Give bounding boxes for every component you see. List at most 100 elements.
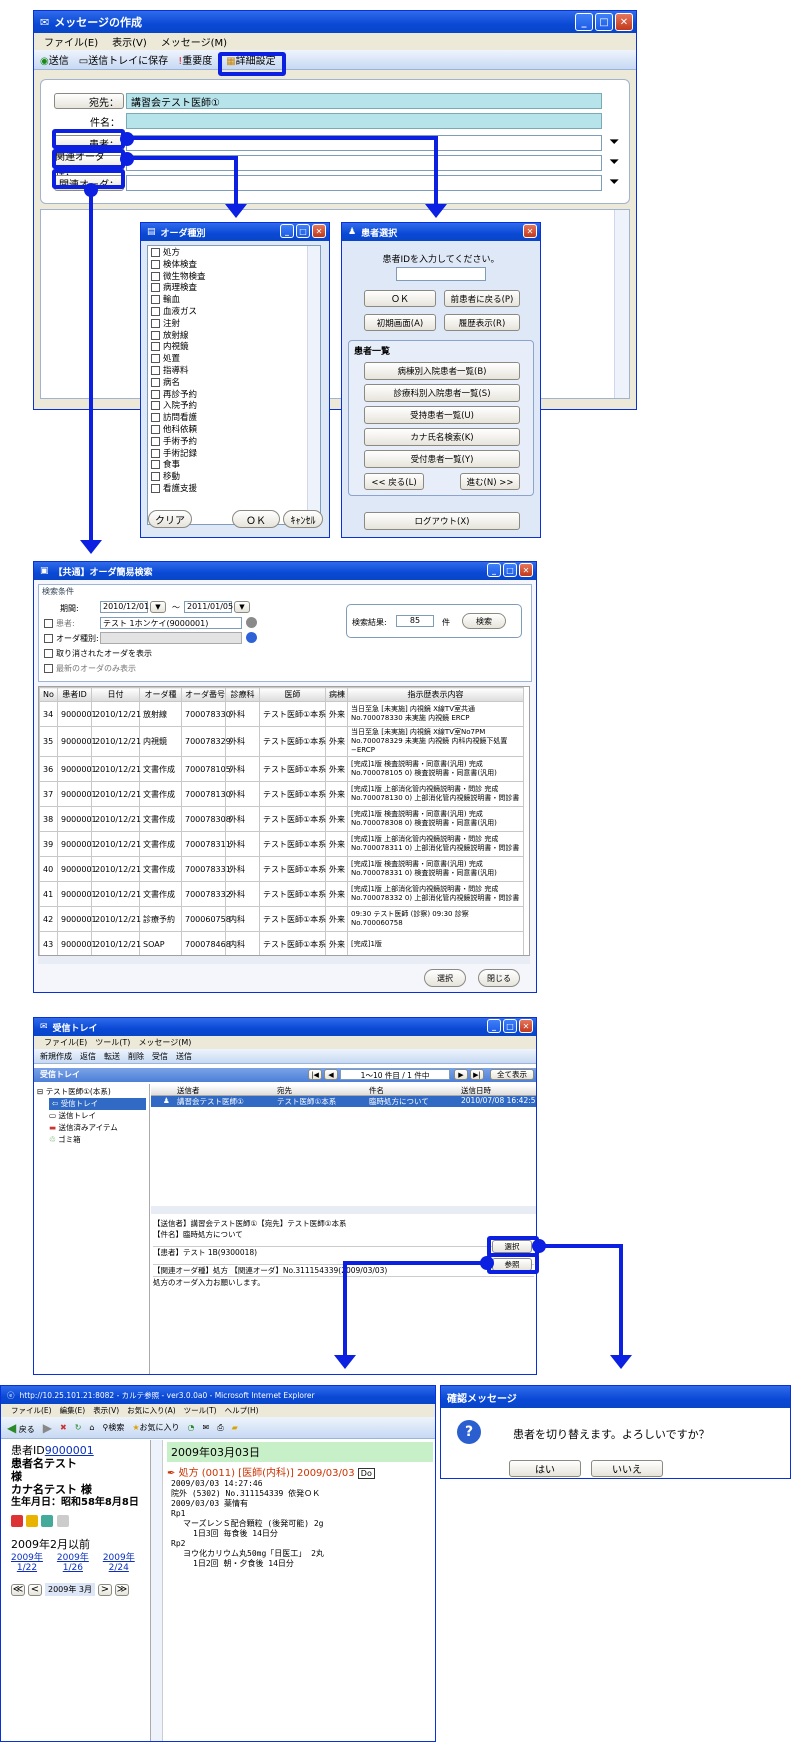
search-button[interactable]: 検索 bbox=[462, 613, 506, 629]
order-search-titlebar[interactable]: ▣ 【共通】オーダ簡易検索 _ □ ✕ bbox=[34, 562, 536, 580]
order-type-item[interactable]: 輸血 bbox=[151, 295, 317, 307]
patient-id-input[interactable] bbox=[396, 267, 486, 281]
checkbox[interactable] bbox=[151, 413, 160, 423]
order-type-item[interactable]: 微生物検査 bbox=[151, 271, 317, 284]
from-date-dropdown[interactable]: ▼ bbox=[150, 601, 166, 613]
col-to[interactable]: 宛先 bbox=[277, 1085, 292, 1096]
checkbox[interactable] bbox=[151, 424, 160, 434]
order-type-item[interactable]: 手術予約 bbox=[151, 436, 317, 449]
patient-field[interactable]: テスト 1ホンケイ(9000001) bbox=[100, 617, 242, 629]
table-row[interactable]: 36 9000001 2010/12/21 文書作成 700078105 外科 テスト医師①… bbox=[39, 756, 524, 782]
minimize-button[interactable]: _ bbox=[280, 224, 294, 238]
logout-button[interactable]: ログアウト(X) bbox=[364, 512, 520, 530]
menu-file[interactable]: ファイル(E) bbox=[44, 1037, 87, 1048]
to-date-dropdown[interactable]: ▼ bbox=[234, 601, 250, 613]
menu-favorites[interactable]: お気に入り(A) bbox=[127, 1405, 175, 1416]
minimize-button[interactable]: _ bbox=[575, 13, 593, 31]
date-link[interactable]: 2009年 bbox=[103, 1553, 135, 1563]
checkbox[interactable] bbox=[151, 354, 160, 364]
confirm-titlebar[interactable]: 確認メッセージ bbox=[441, 1386, 790, 1408]
checkbox[interactable] bbox=[151, 472, 160, 482]
date-link[interactable]: 2009年 bbox=[11, 1553, 43, 1563]
checkbox[interactable] bbox=[151, 318, 160, 328]
maximize-button[interactable]: □ bbox=[595, 13, 613, 31]
date-link[interactable]: 2/24 bbox=[103, 1563, 135, 1573]
order-type-list[interactable]: 処方 検体検査 微生物検査 病理検査 輸血 血液ガス 注射 放射線 内視鏡 処置 指導料 病名 再診予約… bbox=[147, 245, 321, 525]
compose-titlebar[interactable]: ✉ メッセージの作成 _ □ ✕ bbox=[34, 11, 636, 33]
receive-button[interactable]: 受信 bbox=[152, 1051, 168, 1062]
initial-screen-button[interactable]: 初期画面(A) bbox=[364, 314, 436, 331]
order-type-item[interactable]: 処置 bbox=[151, 354, 317, 366]
maximize-button[interactable]: □ bbox=[296, 224, 310, 238]
side-scrollbar[interactable] bbox=[151, 1440, 163, 1741]
tree-inbox[interactable]: ⇦ 受信トレイ bbox=[49, 1098, 146, 1110]
col-date[interactable]: 送信日時 bbox=[461, 1085, 491, 1096]
maximize-button[interactable]: □ bbox=[503, 1019, 517, 1033]
checkbox[interactable] bbox=[151, 306, 160, 316]
ward-patient-list-button[interactable]: 病棟別入院患者一覧(B) bbox=[364, 362, 520, 380]
menu-file[interactable]: ファイル(E) bbox=[11, 1405, 52, 1416]
column-header[interactable]: 指示歴表示内容 bbox=[347, 687, 524, 702]
cancel-button[interactable]: ｷｬﾝｾﾙ bbox=[283, 510, 323, 528]
refresh-icon[interactable]: ↻ bbox=[75, 1423, 82, 1432]
menu-tools[interactable]: ツール(T) bbox=[95, 1037, 130, 1048]
column-header[interactable]: 医師 bbox=[259, 687, 326, 702]
to-date-field[interactable]: 2011/01/05 bbox=[184, 601, 233, 613]
close-button[interactable]: ✕ bbox=[615, 13, 633, 31]
last-page-button[interactable]: ▶| bbox=[470, 1069, 484, 1080]
table-row[interactable]: 39 9000001 2010/12/21 文書作成 700078311 外科 テスト医師①… bbox=[39, 831, 524, 857]
prev-year-button[interactable]: ≪ bbox=[11, 1583, 25, 1596]
rx-title[interactable]: 処方 (0011) [医師(内科)] 2009/03/03 bbox=[179, 1468, 355, 1479]
clear-button[interactable]: クリア bbox=[148, 510, 192, 528]
show-all-button[interactable]: 全て表示 bbox=[490, 1069, 534, 1080]
menu-message[interactable]: メッセージ(M) bbox=[161, 34, 227, 49]
save-outbox-button[interactable]: ▭送信トレイに保存 bbox=[79, 52, 168, 67]
next-year-button[interactable]: ≫ bbox=[115, 1583, 129, 1596]
tree-outbox[interactable]: ▭ 送信トレイ bbox=[49, 1110, 146, 1122]
reception-list-button[interactable]: 受付患者一覧(Y) bbox=[364, 450, 520, 468]
search-icon[interactable] bbox=[246, 617, 257, 628]
date-link[interactable]: 2009年 bbox=[57, 1553, 89, 1563]
minimize-button[interactable]: _ bbox=[487, 563, 501, 577]
menu-tools[interactable]: ツール(T) bbox=[184, 1405, 217, 1416]
order-type-item[interactable]: 放射線 bbox=[151, 330, 317, 343]
message-row[interactable]: ♟ 講習会テスト医師① テスト医師①本系 臨時処方について 2010/07/08… bbox=[151, 1096, 536, 1107]
table-row[interactable]: 35 9000001 2010/12/21 内視鏡 700078329 外科 テスト医師①本… bbox=[39, 726, 524, 757]
minimize-button[interactable]: _ bbox=[487, 1019, 501, 1033]
print-icon[interactable]: ⎙ bbox=[217, 1423, 223, 1433]
history-icon[interactable]: ◔ bbox=[188, 1423, 195, 1432]
send-button[interactable]: ◉送信 bbox=[40, 52, 69, 67]
col-subject[interactable]: 件名 bbox=[369, 1085, 384, 1096]
from-date-field[interactable]: 2010/12/01 bbox=[100, 601, 149, 613]
column-header[interactable]: No bbox=[39, 687, 58, 702]
table-row[interactable]: 38 9000001 2010/12/21 文書作成 700078308 外科 テスト医師①… bbox=[39, 806, 524, 832]
menu-view[interactable]: 表示(V) bbox=[93, 1405, 119, 1416]
subject-field[interactable] bbox=[126, 113, 602, 129]
maximize-button[interactable]: □ bbox=[503, 563, 517, 577]
checkbox[interactable] bbox=[151, 259, 160, 269]
column-header[interactable]: オーダ番号 bbox=[181, 687, 226, 702]
prev-month-button[interactable]: < bbox=[28, 1583, 42, 1596]
col-sender[interactable]: 送信者 bbox=[177, 1085, 200, 1096]
menu-edit[interactable]: 編集(E) bbox=[60, 1405, 86, 1416]
home-icon[interactable]: ⌂ bbox=[89, 1423, 94, 1432]
table-row[interactable]: 37 9000001 2010/12/21 文書作成 700078130 外科 テスト医師①… bbox=[39, 781, 524, 807]
order-type-item[interactable]: 入院予約 bbox=[151, 401, 317, 413]
order-type-item[interactable]: 再診予約 bbox=[151, 389, 317, 402]
menu-help[interactable]: ヘルプ(H) bbox=[225, 1405, 259, 1416]
assigned-patient-list-button[interactable]: 受持患者一覧(U) bbox=[364, 406, 520, 424]
stop-icon[interactable]: ✖ bbox=[60, 1423, 67, 1432]
mail-icon[interactable]: ✉ bbox=[203, 1423, 210, 1432]
checkbox[interactable] bbox=[151, 389, 160, 399]
send-button[interactable]: 送信 bbox=[176, 1051, 192, 1062]
date-link[interactable]: 1/22 bbox=[11, 1563, 43, 1573]
message-body[interactable] bbox=[40, 209, 630, 399]
to-button[interactable]: 宛先： bbox=[54, 93, 124, 109]
order-type-check[interactable]: オーダ種別: bbox=[44, 633, 99, 644]
list-scrollbar[interactable] bbox=[307, 246, 320, 524]
table-row[interactable]: 42 9000001 2010/12/21 診療予約 700060758 内科 テスト医師①… bbox=[39, 906, 524, 932]
column-header[interactable]: 日付 bbox=[91, 687, 140, 702]
table-row[interactable]: 40 9000001 2010/12/21 文書作成 700078331 外科 テスト医師①… bbox=[39, 856, 524, 882]
checkbox[interactable] bbox=[151, 283, 160, 293]
close-button[interactable]: ✕ bbox=[523, 224, 537, 238]
